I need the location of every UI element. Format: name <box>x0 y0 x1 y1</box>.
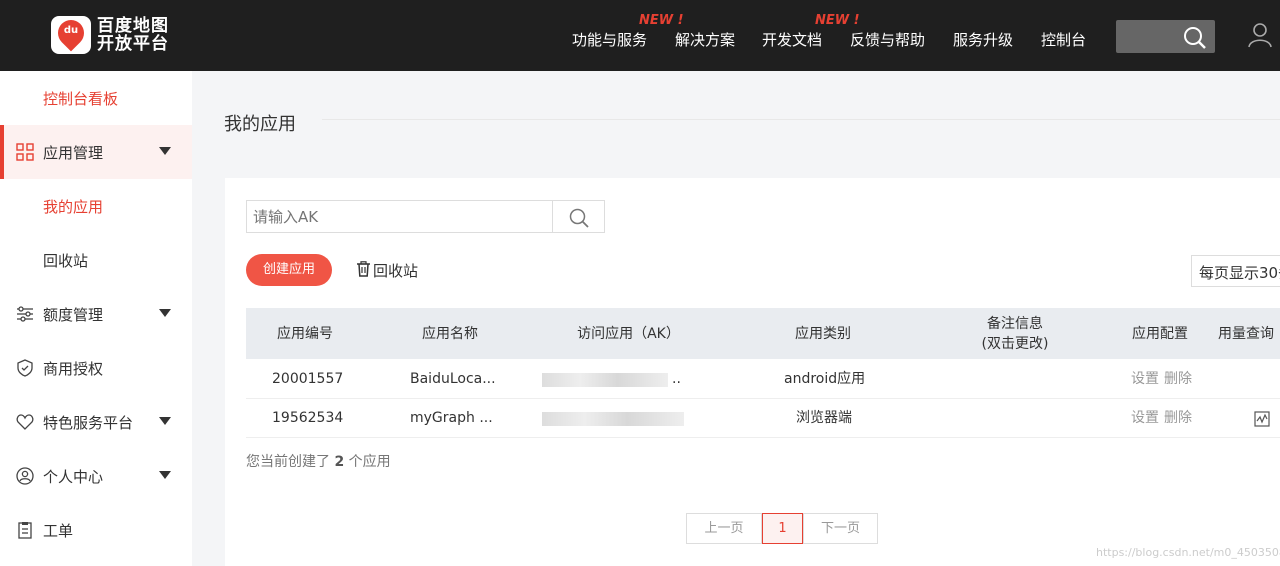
sidebar-item-label: 我的应用 <box>43 197 104 216</box>
nav-console[interactable]: 控制台 <box>1041 29 1086 50</box>
sidebar-item-label: 个人中心 <box>43 467 104 486</box>
search-icon[interactable] <box>1183 26 1207 54</box>
user-circle-icon <box>16 467 34 485</box>
ak-search-input[interactable] <box>246 200 553 233</box>
sidebar-item-featured-services[interactable]: 特色服务平台 <box>0 395 192 449</box>
delete-link[interactable]: 删除 <box>1164 399 1192 438</box>
heart-icon <box>16 413 34 431</box>
new-badge: NEW ! <box>639 13 684 28</box>
sliders-icon <box>16 305 34 323</box>
sidebar-item-dashboard[interactable]: 控制台看板 <box>0 71 192 125</box>
chevron-down-icon[interactable] <box>159 147 171 155</box>
grid-icon <box>16 143 34 161</box>
trash-icon <box>356 260 371 281</box>
app-category: 浏览器端 <box>796 410 852 426</box>
logo-icon: du <box>51 14 91 54</box>
sidebar-item-my-apps[interactable]: 我的应用 <box>0 179 192 233</box>
sidebar-item-label: 回收站 <box>43 251 89 270</box>
page-number-button[interactable]: 1 <box>762 513 803 544</box>
chevron-down-icon[interactable] <box>159 309 171 317</box>
nav-service-upgrade[interactable]: 服务升级 <box>953 29 1013 50</box>
nav-dev-docs[interactable]: 开发文档 <box>762 29 822 50</box>
app-category: android应用 <box>784 371 866 387</box>
next-page-button[interactable]: 下一页 <box>803 513 878 544</box>
column-header: 应用名称 <box>422 325 478 342</box>
shield-check-icon <box>16 359 34 377</box>
sidebar: 控制台看板 应用管理 我的应用 回收站 额度管理 商用授权 特色服务平台 个人中… <box>0 71 192 566</box>
app-id: 20001557 <box>272 371 344 387</box>
redacted-ak <box>542 412 684 426</box>
recycle-bin-label: 回收站 <box>373 262 419 280</box>
sidebar-item-personal-center[interactable]: 个人中心 <box>0 449 192 503</box>
table-row: 20001557 BaiduLoca... .. android应用 设置 删除 <box>246 360 1280 399</box>
sidebar-item-commercial-license[interactable]: 商用授权 <box>0 341 192 395</box>
table-header: 应用编号 应用名称 访问应用（AK） 应用类别 备注信息 (双击更改) 应用配置… <box>246 308 1280 359</box>
new-badge: NEW ! <box>815 13 860 28</box>
recycle-bin-link[interactable]: 回收站 <box>356 260 418 281</box>
nav-feedback-help[interactable]: 反馈与帮助 <box>850 29 925 50</box>
app-id: 19562534 <box>272 410 344 426</box>
sidebar-item-label: 额度管理 <box>43 305 104 324</box>
sidebar-item-quota-management[interactable]: 额度管理 <box>0 287 192 341</box>
sidebar-item-app-management[interactable]: 应用管理 <box>0 125 192 179</box>
app-name: myGraph ... <box>410 410 493 426</box>
sidebar-item-label: 工单 <box>43 521 74 540</box>
app-name: BaiduLoca... <box>410 371 496 387</box>
app-count-summary: 您当前创建了 2 个应用 <box>246 454 391 470</box>
nav-features-services[interactable]: 功能与服务 <box>572 29 647 50</box>
sidebar-item-label: 控制台看板 <box>43 89 119 108</box>
page-title: 我的应用 <box>224 114 296 135</box>
logo-text: 百度地图 开放平台 <box>97 16 169 54</box>
ak-search-button[interactable] <box>552 200 605 233</box>
column-header: 用量查询 <box>1218 325 1274 342</box>
sidebar-item-label: 应用管理 <box>43 143 104 162</box>
sidebar-item-work-order[interactable]: 工单 <box>0 503 192 557</box>
clipboard-icon <box>16 521 34 539</box>
ak-ellipsis: .. <box>672 371 681 387</box>
chevron-down-icon[interactable] <box>159 471 171 479</box>
column-header: 应用类别 <box>795 325 851 342</box>
chevron-down-icon[interactable] <box>159 417 171 425</box>
column-header: 访问应用（AK） <box>577 325 680 342</box>
baidu-map-logo[interactable]: du 百度地图 开放平台 <box>51 14 169 54</box>
watermark: https://blog.csdn.net/m0_45035085 <box>1096 546 1280 559</box>
column-header-notes: 备注信息 (双击更改) <box>981 315 1049 352</box>
header-search-box[interactable] <box>1116 20 1215 53</box>
column-header: 应用配置 <box>1132 325 1188 342</box>
per-page-select[interactable]: 每页显示30条 <box>1191 255 1280 287</box>
column-header: 应用编号 <box>277 325 333 342</box>
prev-page-button[interactable]: 上一页 <box>686 513 762 544</box>
sidebar-item-label: 商用授权 <box>43 359 104 378</box>
user-icon[interactable] <box>1248 22 1272 52</box>
sidebar-item-label: 特色服务平台 <box>43 413 134 432</box>
divider <box>322 119 1280 120</box>
table-row: 19562534 myGraph ... 浏览器端 设置 删除 <box>246 399 1280 438</box>
settings-link[interactable]: 设置 <box>1131 399 1159 438</box>
redacted-ak <box>542 373 668 387</box>
search-icon <box>569 208 589 232</box>
settings-link[interactable]: 设置 <box>1131 360 1159 399</box>
delete-link[interactable]: 删除 <box>1164 360 1192 399</box>
create-app-button[interactable]: 创建应用 <box>246 254 332 286</box>
usage-chart-icon[interactable] <box>1254 411 1270 431</box>
top-navigation-bar: du 百度地图 开放平台 NEW ! NEW ! 功能与服务 解决方案 开发文档… <box>0 0 1280 71</box>
nav-solutions[interactable]: 解决方案 <box>675 29 735 50</box>
sidebar-item-recycle-bin[interactable]: 回收站 <box>0 233 192 287</box>
